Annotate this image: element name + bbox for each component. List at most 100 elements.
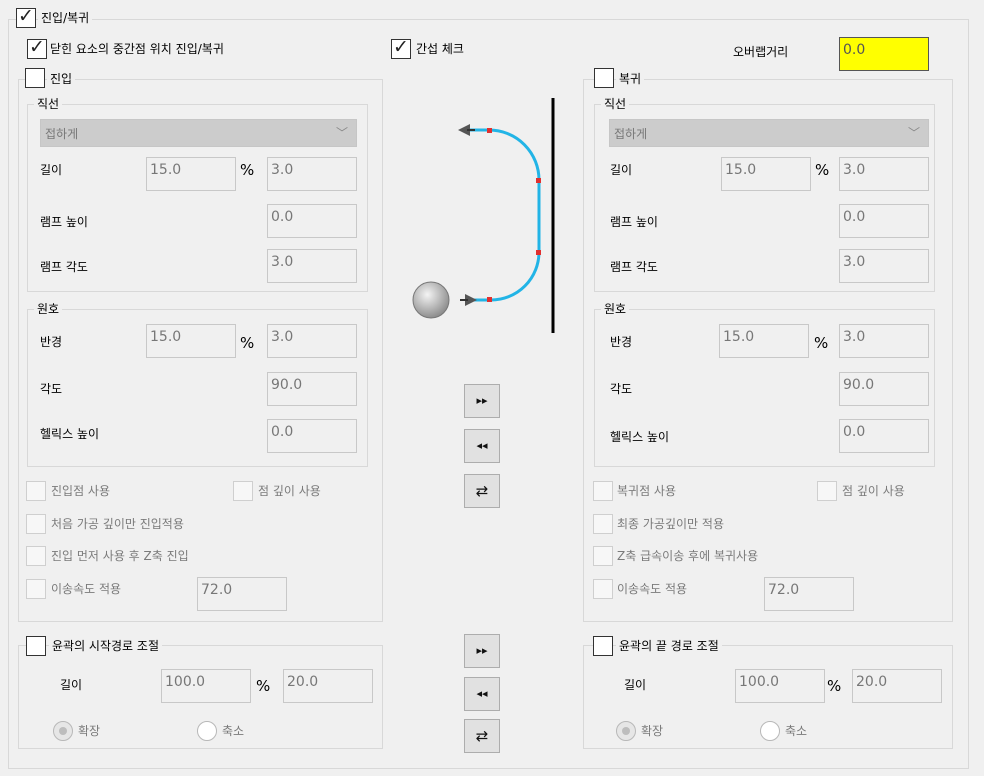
path-point xyxy=(487,128,492,133)
exit-helix-input[interactable]: 0.0 xyxy=(839,419,929,453)
start-shrink-radio[interactable] xyxy=(197,721,217,741)
exit-radius-pct-input[interactable]: 3.0 xyxy=(839,324,929,358)
exit-length-percent-symbol: % xyxy=(815,161,830,179)
entry-feedrate-input[interactable]: 72.0 xyxy=(197,577,287,611)
entry-ramp-height-label: 램프 높이 xyxy=(40,215,88,229)
entry-z-first-label: 진입 먼저 사용 후 Z축 진입 xyxy=(51,549,189,563)
exit-point-depth-checkbox[interactable] xyxy=(817,481,837,501)
path-point xyxy=(536,250,541,255)
start-length-pct-input[interactable]: 20.0 xyxy=(283,669,373,703)
copy-to-entry-button[interactable]: ◂◂ xyxy=(464,429,500,463)
exit-line-type-value: 접하게 xyxy=(614,127,648,141)
exit-length-input[interactable]: 15.0 xyxy=(721,157,811,191)
closed-element-midpoint-checkbox[interactable]: ✓ xyxy=(27,37,47,59)
start-length-label: 길이 xyxy=(60,678,83,692)
copy-to-start-button[interactable]: ◂◂ xyxy=(464,677,500,711)
entry-radius-input[interactable]: 15.0 xyxy=(146,324,236,358)
copy-to-exit-button[interactable]: ▸▸ xyxy=(464,384,500,418)
exit-feedrate-label: 이송속도 적용 xyxy=(617,582,688,596)
end-extend-label: 확장 xyxy=(641,724,664,738)
end-extend-radio[interactable] xyxy=(616,721,636,741)
exit-helix-label: 헬릭스 높이 xyxy=(610,430,670,444)
entry-ramp-angle-label: 램프 각도 xyxy=(40,260,88,274)
exit-angle-input[interactable]: 90.0 xyxy=(839,372,929,406)
entry-helix-label: 헬릭스 높이 xyxy=(40,427,100,441)
entry-point-checkbox[interactable] xyxy=(26,481,46,501)
entry-arc-title: 원호 xyxy=(34,302,63,316)
exit-radius-label: 반경 xyxy=(610,335,633,349)
entry-point-label: 진입점 사용 xyxy=(51,484,111,498)
end-length-pct-input[interactable]: 20.0 xyxy=(852,669,942,703)
interference-check-label: 간섭 체크 xyxy=(416,42,464,56)
exit-feedrate-input[interactable]: 72.0 xyxy=(764,577,854,611)
swap-adjust-button[interactable]: ⇄ xyxy=(464,719,500,753)
entry-line-title: 직선 xyxy=(34,97,63,111)
entry-feedrate-checkbox[interactable] xyxy=(26,579,46,599)
entry-angle-label: 각도 xyxy=(40,382,63,396)
start-extend-radio[interactable] xyxy=(53,721,73,741)
copy-to-end-button[interactable]: ▸▸ xyxy=(464,634,500,668)
entry-helix-input[interactable]: 0.0 xyxy=(267,419,357,453)
overlap-distance-input[interactable]: 0.0 xyxy=(839,37,929,71)
chevron-down-icon: ﹀ xyxy=(907,126,920,140)
entry-feedrate-label: 이송속도 적용 xyxy=(51,582,122,596)
entry-radius-pct-input[interactable]: 3.0 xyxy=(267,324,357,358)
entry-first-depth-checkbox[interactable] xyxy=(26,514,46,534)
exit-length-pct-input[interactable]: 3.0 xyxy=(839,157,929,191)
entry-exit-path-preview xyxy=(412,98,555,333)
entry-radius-percent-symbol: % xyxy=(240,334,255,352)
start-extend-label: 확장 xyxy=(78,724,101,738)
entry-z-first-checkbox[interactable] xyxy=(26,546,46,566)
exit-label: 복귀 xyxy=(616,72,645,86)
tool-path-curve xyxy=(465,128,541,302)
exit-ramp-angle-input[interactable]: 3.0 xyxy=(839,249,929,283)
entry-first-depth-label: 처음 가공 깊이만 진입적용 xyxy=(51,517,184,531)
entry-length-pct-input[interactable]: 3.0 xyxy=(267,157,357,191)
overlap-distance-label: 오버랩거리 xyxy=(733,45,789,59)
exit-radius-input[interactable]: 15.0 xyxy=(719,324,809,358)
end-length-percent-symbol: % xyxy=(827,677,842,695)
exit-line-title: 직선 xyxy=(601,97,630,111)
entry-point-depth-label: 점 깊이 사용 xyxy=(258,484,321,498)
entry-checkbox[interactable] xyxy=(25,68,45,88)
exit-point-label: 복귀점 사용 xyxy=(617,484,677,498)
exit-feedrate-checkbox[interactable] xyxy=(593,579,613,599)
start-adjust-checkbox[interactable] xyxy=(26,636,46,656)
entry-line-type-select[interactable]: 접하게 ﹀ xyxy=(40,119,357,147)
start-adjust-label: 윤곽의 시작경로 조절 xyxy=(49,639,162,653)
exit-checkbox[interactable] xyxy=(594,68,614,88)
end-shrink-radio[interactable] xyxy=(760,721,780,741)
entry-ramp-height-input[interactable]: 0.0 xyxy=(267,204,357,238)
entry-ramp-angle-input[interactable]: 3.0 xyxy=(267,249,357,283)
entry-radius-label: 반경 xyxy=(40,335,63,349)
end-adjust-checkbox[interactable] xyxy=(593,636,613,656)
exit-radius-percent-symbol: % xyxy=(814,334,829,352)
entry-label: 진입 xyxy=(47,72,76,86)
radio-selected-dot xyxy=(59,727,67,735)
exit-ramp-height-input[interactable]: 0.0 xyxy=(839,204,929,238)
start-length-percent-symbol: % xyxy=(256,677,271,695)
entry-exit-checkbox[interactable]: ✓ xyxy=(16,6,36,28)
end-length-input[interactable]: 100.0 xyxy=(735,669,825,703)
exit-angle-label: 각도 xyxy=(610,382,633,396)
end-length-label: 길이 xyxy=(624,678,647,692)
chevron-down-icon: ﹀ xyxy=(335,126,348,140)
entry-point-depth-checkbox[interactable] xyxy=(233,481,253,501)
start-length-input[interactable]: 100.0 xyxy=(161,669,251,703)
exit-z-rapid-checkbox[interactable] xyxy=(593,546,613,566)
exit-point-checkbox[interactable] xyxy=(593,481,613,501)
exit-last-depth-label: 최종 가공깊이만 적용 xyxy=(617,517,724,531)
exit-ramp-angle-label: 램프 각도 xyxy=(610,260,658,274)
exit-arc-title: 원호 xyxy=(601,302,630,316)
entry-angle-input[interactable]: 90.0 xyxy=(267,372,357,406)
interference-check-checkbox[interactable]: ✓ xyxy=(391,37,411,59)
exit-last-depth-checkbox[interactable] xyxy=(593,514,613,534)
exit-line-type-select[interactable]: 접하게 ﹀ xyxy=(609,119,929,147)
entry-length-label: 길이 xyxy=(40,163,63,177)
closed-element-midpoint-label: 닫힌 요소의 중간점 위치 진입/복귀 xyxy=(50,42,224,56)
path-point xyxy=(536,178,541,183)
swap-button[interactable]: ⇄ xyxy=(464,474,500,508)
exit-point-depth-label: 점 깊이 사용 xyxy=(842,484,905,498)
entry-length-input[interactable]: 15.0 xyxy=(146,157,236,191)
end-adjust-label: 윤곽의 끝 경로 조절 xyxy=(616,639,722,653)
